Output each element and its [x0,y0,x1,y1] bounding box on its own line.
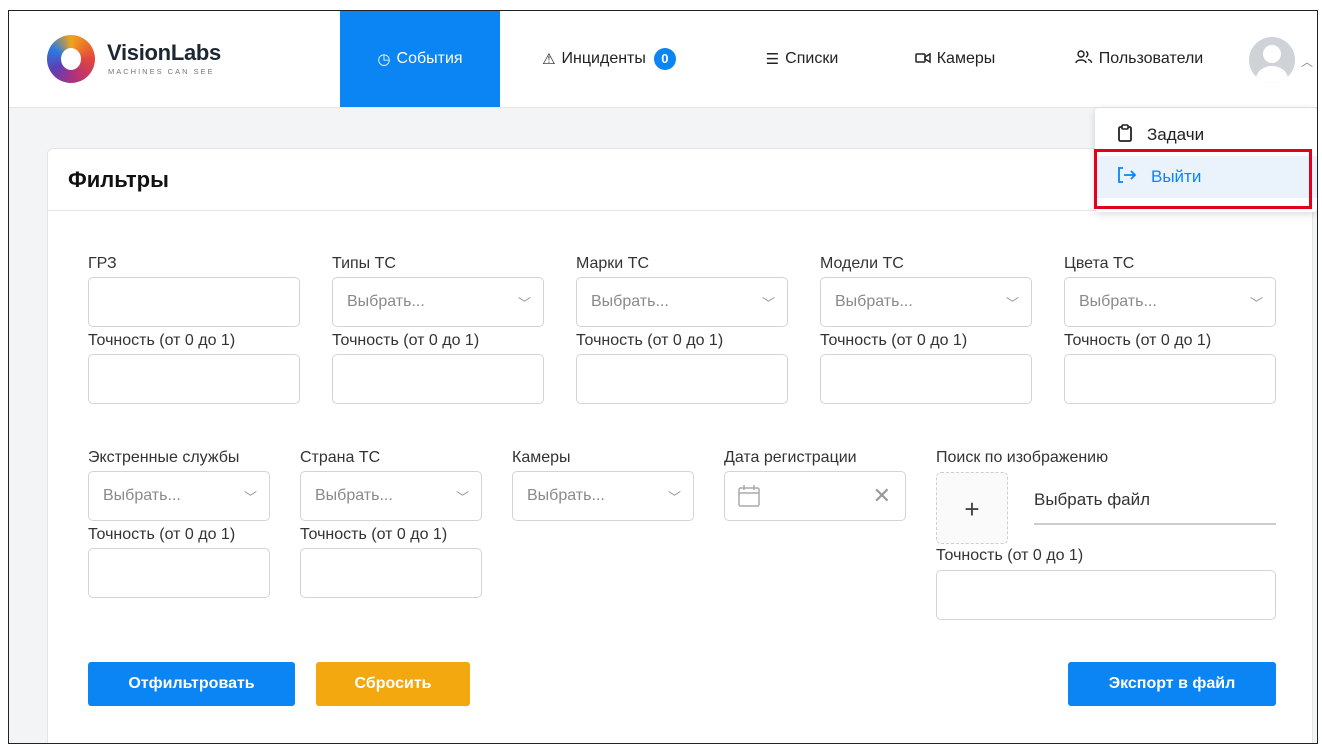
file-underline [1034,523,1276,525]
brands-label: Марки ТС [576,255,650,272]
image-precision-input[interactable] [936,570,1276,620]
brands-select[interactable]: Выбрать... ﹀ [576,277,788,327]
image-precision-label: Точность (от 0 до 1) [936,547,1084,564]
chevron-down-icon: ﹀ [517,296,531,311]
colors-precision-label: Точность (от 0 до 1) [1064,332,1212,349]
highlight-box [1094,149,1312,209]
colors-label: Цвета ТС [1064,255,1135,272]
nav-incidents-label: Инциденты [561,50,646,67]
country-placeholder: Выбрать... [315,487,393,504]
warning-icon: ⚠ [542,51,556,68]
incidents-count-badge: 0 [653,48,676,70]
export-button[interactable]: Экспорт в файл [1068,662,1276,706]
types-select[interactable]: Выбрать... ﹀ [332,277,544,327]
colors-select[interactable]: Выбрать... ﹀ [1064,277,1276,327]
nav-users[interactable]: Пользователи [1049,11,1229,107]
brand-logo[interactable]: VisionLabs MACHINES CAN SEE [47,35,247,85]
filter-button[interactable]: Отфильтровать [88,662,295,706]
emergency-precision-input[interactable] [88,548,270,598]
choose-file-text[interactable]: Выбрать файл [1034,490,1150,510]
emergency-select[interactable]: Выбрать... ﹀ [88,471,270,521]
plate-precision-input[interactable] [88,354,300,404]
emergency-label: Экстренные службы [88,449,240,466]
menu-item-tasks-label: Задачи [1147,125,1205,144]
nav-cameras[interactable]: Камеры [895,11,1015,107]
emergency-precision-label: Точность (от 0 до 1) [88,526,236,543]
models-precision-input[interactable] [820,354,1032,404]
user-avatar[interactable] [1249,37,1295,83]
models-placeholder: Выбрать... [835,293,913,310]
app-window: VisionLabs MACHINES CAN SEE ◷ События ⚠ … [8,10,1318,744]
nav-users-label: Пользователи [1098,50,1204,67]
filters-title: Фильтры [68,167,169,192]
calendar-icon [737,484,761,508]
country-precision-label: Точность (от 0 до 1) [300,526,448,543]
reset-button[interactable]: Сбросить [316,662,470,706]
top-header: VisionLabs MACHINES CAN SEE ◷ События ⚠ … [9,11,1317,108]
models-label: Модели ТС [820,255,904,272]
brands-placeholder: Выбрать... [591,293,669,310]
brand-name: VisionLabs [107,40,221,65]
cameras-select[interactable]: Выбрать... ﹀ [512,471,694,521]
chevron-down-icon: ﹀ [667,490,681,505]
models-select[interactable]: Выбрать... ﹀ [820,277,1032,327]
chevron-down-icon: ﹀ [455,490,469,505]
brands-precision-input[interactable] [576,354,788,404]
plate-precision-label: Точность (от 0 до 1) [88,332,236,349]
country-label: Страна ТС [300,449,381,466]
cameras-label: Камеры [512,449,571,466]
users-icon [1075,50,1093,68]
nav-events-label: События [396,50,463,67]
chevron-up-icon[interactable]: ︿ [1301,53,1313,70]
brands-precision-label: Точность (от 0 до 1) [576,332,724,349]
types-placeholder: Выбрать... [347,293,425,310]
logo-mark [47,35,95,83]
plate-input[interactable] [88,277,300,327]
nav-incidents[interactable]: ⚠ Инциденты 0 [519,11,699,107]
image-search-label: Поиск по изображению [936,449,1109,466]
clear-icon[interactable]: ✕ [873,483,891,509]
chevron-down-icon: ﹀ [243,490,257,505]
types-label: Типы ТС [332,255,396,272]
clock-icon: ◷ [377,51,391,68]
emergency-placeholder: Выбрать... [103,487,181,504]
filters-card: Фильтры ГРЗ Точность (от 0 до 1) Типы ТС… [47,148,1313,743]
chevron-down-icon: ﹀ [1249,296,1263,311]
plate-label: ГРЗ [88,255,117,272]
colors-placeholder: Выбрать... [1079,293,1157,310]
colors-precision-input[interactable] [1064,354,1276,404]
nav-lists[interactable]: ☰ Списки [747,11,857,107]
types-precision-input[interactable] [332,354,544,404]
upload-image-button[interactable]: + [936,472,1008,544]
plus-icon: + [964,494,980,524]
nav-cameras-label: Камеры [936,50,996,67]
country-select[interactable]: Выбрать... ﹀ [300,471,482,521]
nav-lists-label: Списки [785,50,839,67]
country-precision-input[interactable] [300,548,482,598]
chevron-down-icon: ﹀ [1005,296,1019,311]
reg-date-label: Дата регистрации [724,449,857,466]
clipboard-icon [1117,123,1133,147]
types-precision-label: Точность (от 0 до 1) [332,332,480,349]
brand-tagline: MACHINES CAN SEE [108,67,215,76]
nav-events[interactable]: ◷ События [340,11,500,107]
reg-date-picker[interactable]: ✕ [724,471,906,521]
video-camera-icon [914,51,931,68]
models-precision-label: Точность (от 0 до 1) [820,332,968,349]
cameras-placeholder: Выбрать... [527,487,605,504]
chevron-down-icon: ﹀ [761,296,775,311]
list-icon: ☰ [765,51,780,68]
